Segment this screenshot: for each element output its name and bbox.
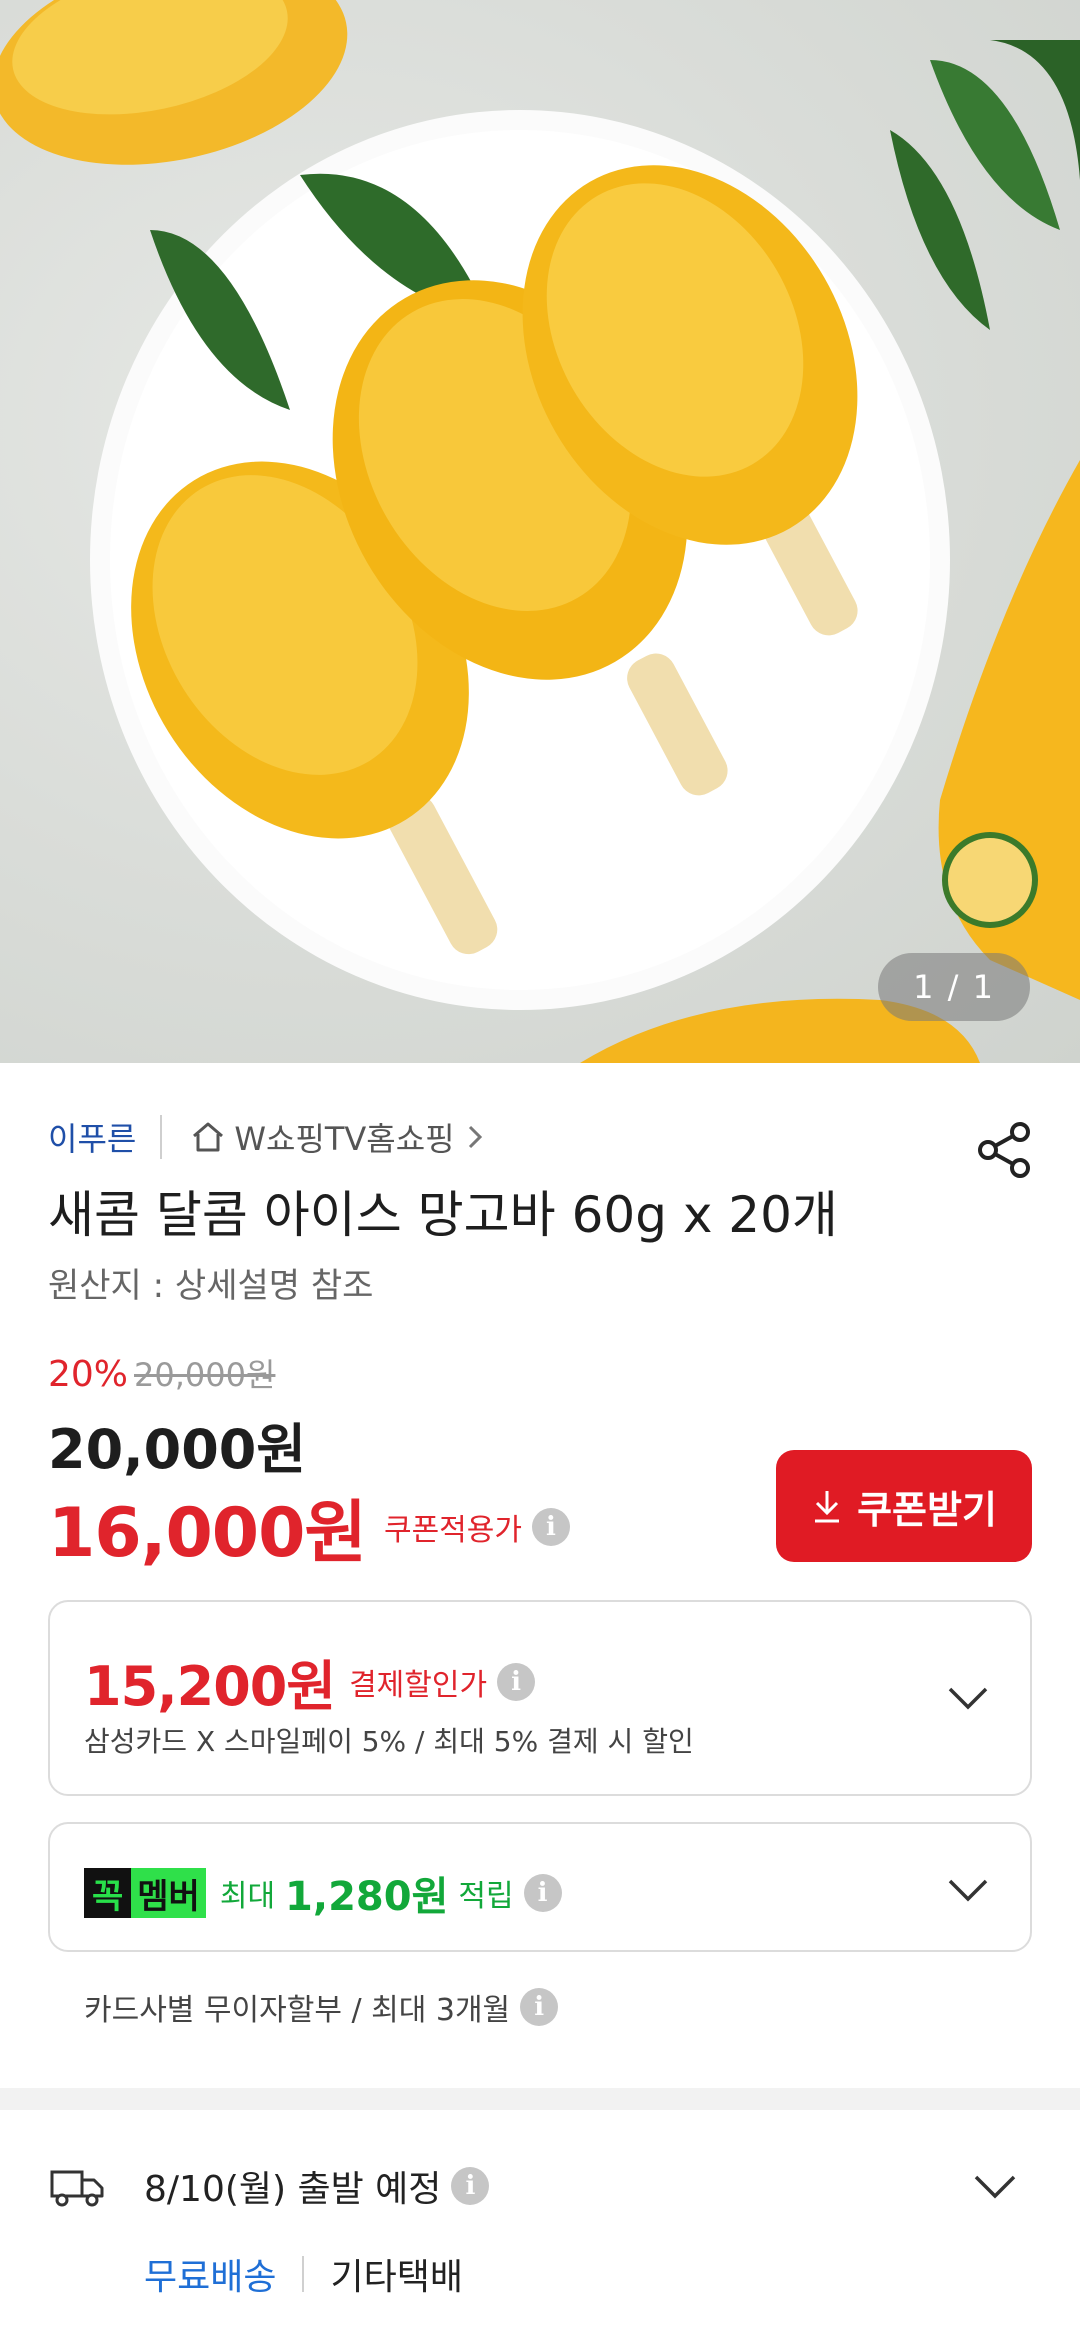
info-icon[interactable]: i	[531, 1507, 570, 1546]
product-photo	[0, 0, 1080, 1063]
brand-link[interactable]: 이푸른	[48, 1114, 136, 1160]
shipping-tags: 무료배송 기타택배	[144, 2248, 463, 2300]
sale-price: 20,000원	[48, 1418, 307, 1481]
divider	[160, 1115, 163, 1159]
info-icon[interactable]: i	[497, 1662, 536, 1701]
payment-discount-row: 15,200원 결제할인가 i	[84, 1642, 536, 1721]
product-image[interactable]: 1 / 1	[0, 0, 1080, 1063]
seller-row: 이푸른 W쇼핑TV홈쇼핑	[48, 1112, 491, 1162]
product-title: 새콤 달콤 아이스 망고바 60g x 20개	[48, 1186, 838, 1244]
chevron-down-icon[interactable]	[972, 2172, 1018, 2202]
info-icon[interactable]: i	[520, 1988, 559, 2026]
reward-suffix: 적립	[458, 1879, 514, 1914]
payment-discount-label: 결제할인가	[349, 1667, 488, 1703]
divider	[302, 2256, 305, 2292]
free-shipping-tag: 무료배송	[144, 2257, 277, 2298]
chevron-down-icon[interactable]	[946, 1876, 990, 1904]
payment-discount-price: 15,200원	[84, 1655, 336, 1718]
coupon-price-row: 16,000원 쿠폰적용가 i	[48, 1477, 570, 1576]
member-badge: 꼭 멤버	[84, 1868, 206, 1918]
info-icon[interactable]: i	[451, 2167, 490, 2205]
shipping-row[interactable]: 8/10(월) 출발 예정 i	[48, 2160, 490, 2212]
download-icon	[815, 1491, 840, 1523]
chevron-right-icon	[468, 1125, 482, 1149]
carrier-tag: 기타택배	[330, 2257, 463, 2298]
original-price: 20,000원	[134, 1356, 276, 1394]
section-divider	[0, 2088, 1080, 2110]
member-reward-card[interactable]: 꼭 멤버 최대 1,280원 적립 i	[48, 1822, 1032, 1952]
member-badge-left: 꼭	[84, 1868, 132, 1918]
info-icon[interactable]: i	[523, 1874, 562, 1912]
member-reward-row: 꼭 멤버 최대 1,280원 적립 i	[84, 1864, 562, 1922]
coupon-price: 16,000원	[48, 1494, 367, 1573]
payment-discount-card[interactable]: 15,200원 결제할인가 i 삼성카드 X 스마일페이 5% / 최대 5% …	[48, 1600, 1032, 1796]
store-link[interactable]: W쇼핑TV홈쇼핑	[190, 1114, 490, 1160]
member-badge-right: 멤버	[131, 1868, 206, 1918]
discount-row: 20% 20,000원	[48, 1350, 275, 1396]
share-icon[interactable]	[976, 1120, 1036, 1180]
chevron-down-icon[interactable]	[946, 1684, 990, 1712]
coupon-price-label: 쿠폰적용가	[383, 1512, 522, 1548]
get-coupon-button[interactable]: 쿠폰받기	[776, 1450, 1032, 1562]
payment-discount-detail: 삼성카드 X 스마일페이 5% / 최대 5% 결제 시 할인	[84, 1725, 694, 1758]
store-name: W쇼핑TV홈쇼핑	[234, 1120, 455, 1158]
image-counter: 1 / 1	[878, 953, 1030, 1021]
shipping-date: 8/10(월) 출발 예정	[144, 2169, 442, 2210]
installment-text: 카드사별 무이자할부 / 최대 3개월	[84, 1993, 511, 2028]
reward-prefix: 최대	[219, 1879, 276, 1914]
installment-info: 카드사별 무이자할부 / 최대 3개월 i	[84, 1985, 559, 2029]
home-icon	[193, 1122, 224, 1152]
discount-rate: 20%	[48, 1354, 129, 1395]
product-origin: 원산지 : 상세설명 참조	[48, 1266, 374, 1306]
truck-icon	[50, 2170, 104, 2207]
reward-amount: 1,280원	[285, 1874, 449, 1920]
get-coupon-label: 쿠폰받기	[857, 1487, 997, 1532]
